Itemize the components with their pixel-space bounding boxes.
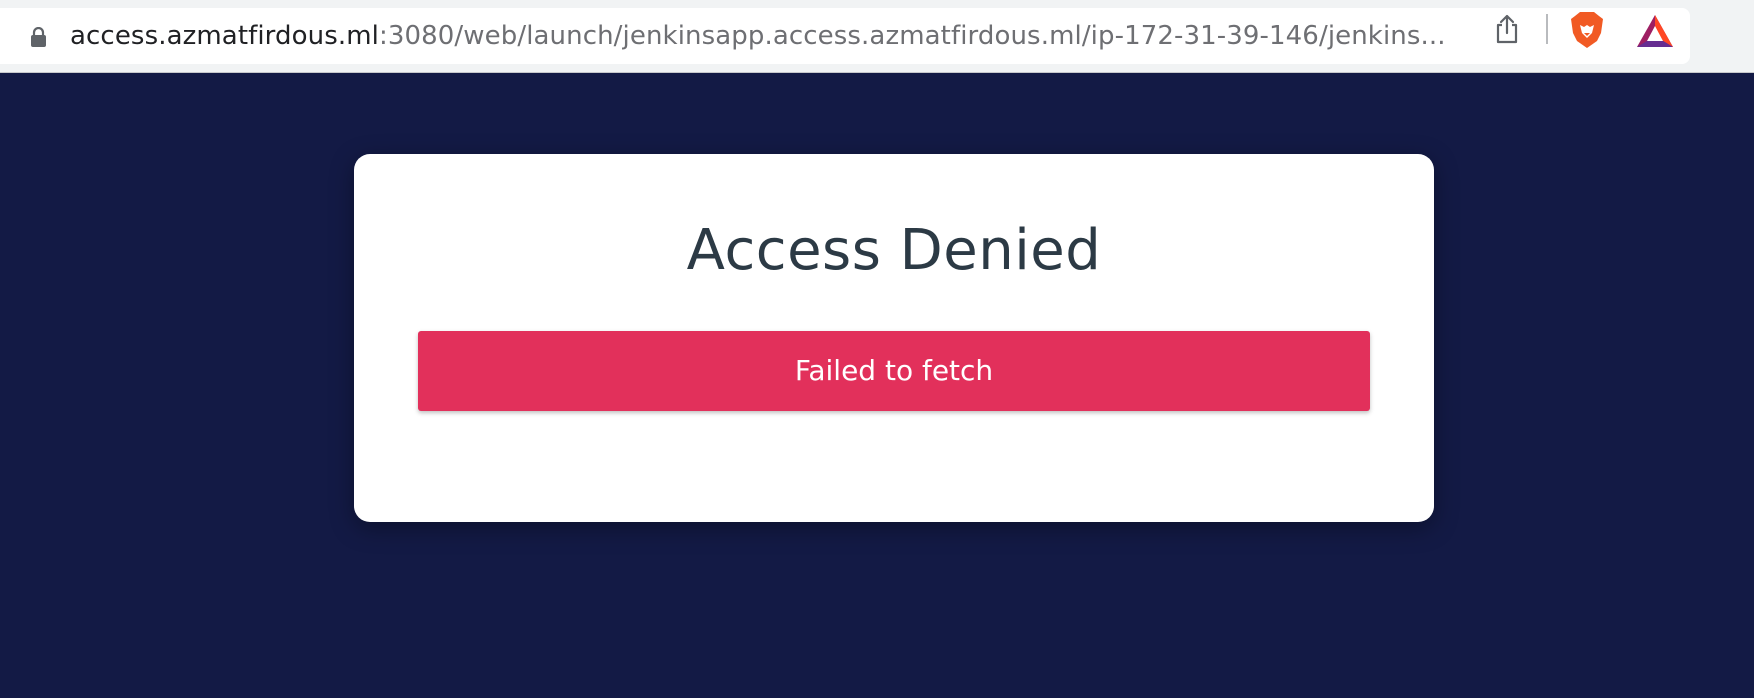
- lock-icon[interactable]: [30, 27, 47, 47]
- page-background: Access Denied Failed to fetch: [0, 73, 1754, 698]
- page-title: Access Denied: [686, 218, 1102, 283]
- url-path: :3080/web/launch/jenkinsapp.access.azmat…: [378, 21, 1446, 51]
- error-alert: Failed to fetch: [418, 331, 1370, 411]
- bat-triangle-icon[interactable]: [1636, 14, 1674, 48]
- access-card: Access Denied Failed to fetch: [354, 154, 1434, 522]
- share-icon[interactable]: [1494, 14, 1520, 44]
- browser-toolbar: access.azmatfirdous.ml:3080/web/launch/j…: [0, 0, 1754, 73]
- url-text[interactable]: access.azmatfirdous.ml:3080/web/launch/j…: [70, 8, 1460, 64]
- url-host: access.azmatfirdous.ml: [70, 21, 379, 51]
- address-bar[interactable]: access.azmatfirdous.ml:3080/web/launch/j…: [0, 8, 1690, 64]
- toolbar-divider: [1546, 14, 1548, 44]
- brave-lion-icon[interactable]: [1570, 11, 1604, 49]
